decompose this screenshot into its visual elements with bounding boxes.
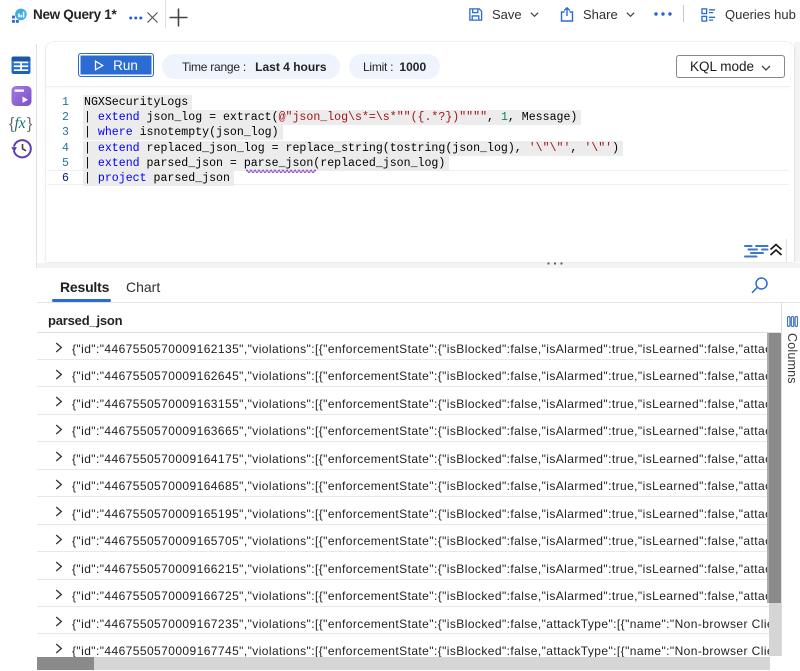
- svg-text:fx: fx: [15, 115, 26, 132]
- svg-text:}: }: [27, 116, 33, 133]
